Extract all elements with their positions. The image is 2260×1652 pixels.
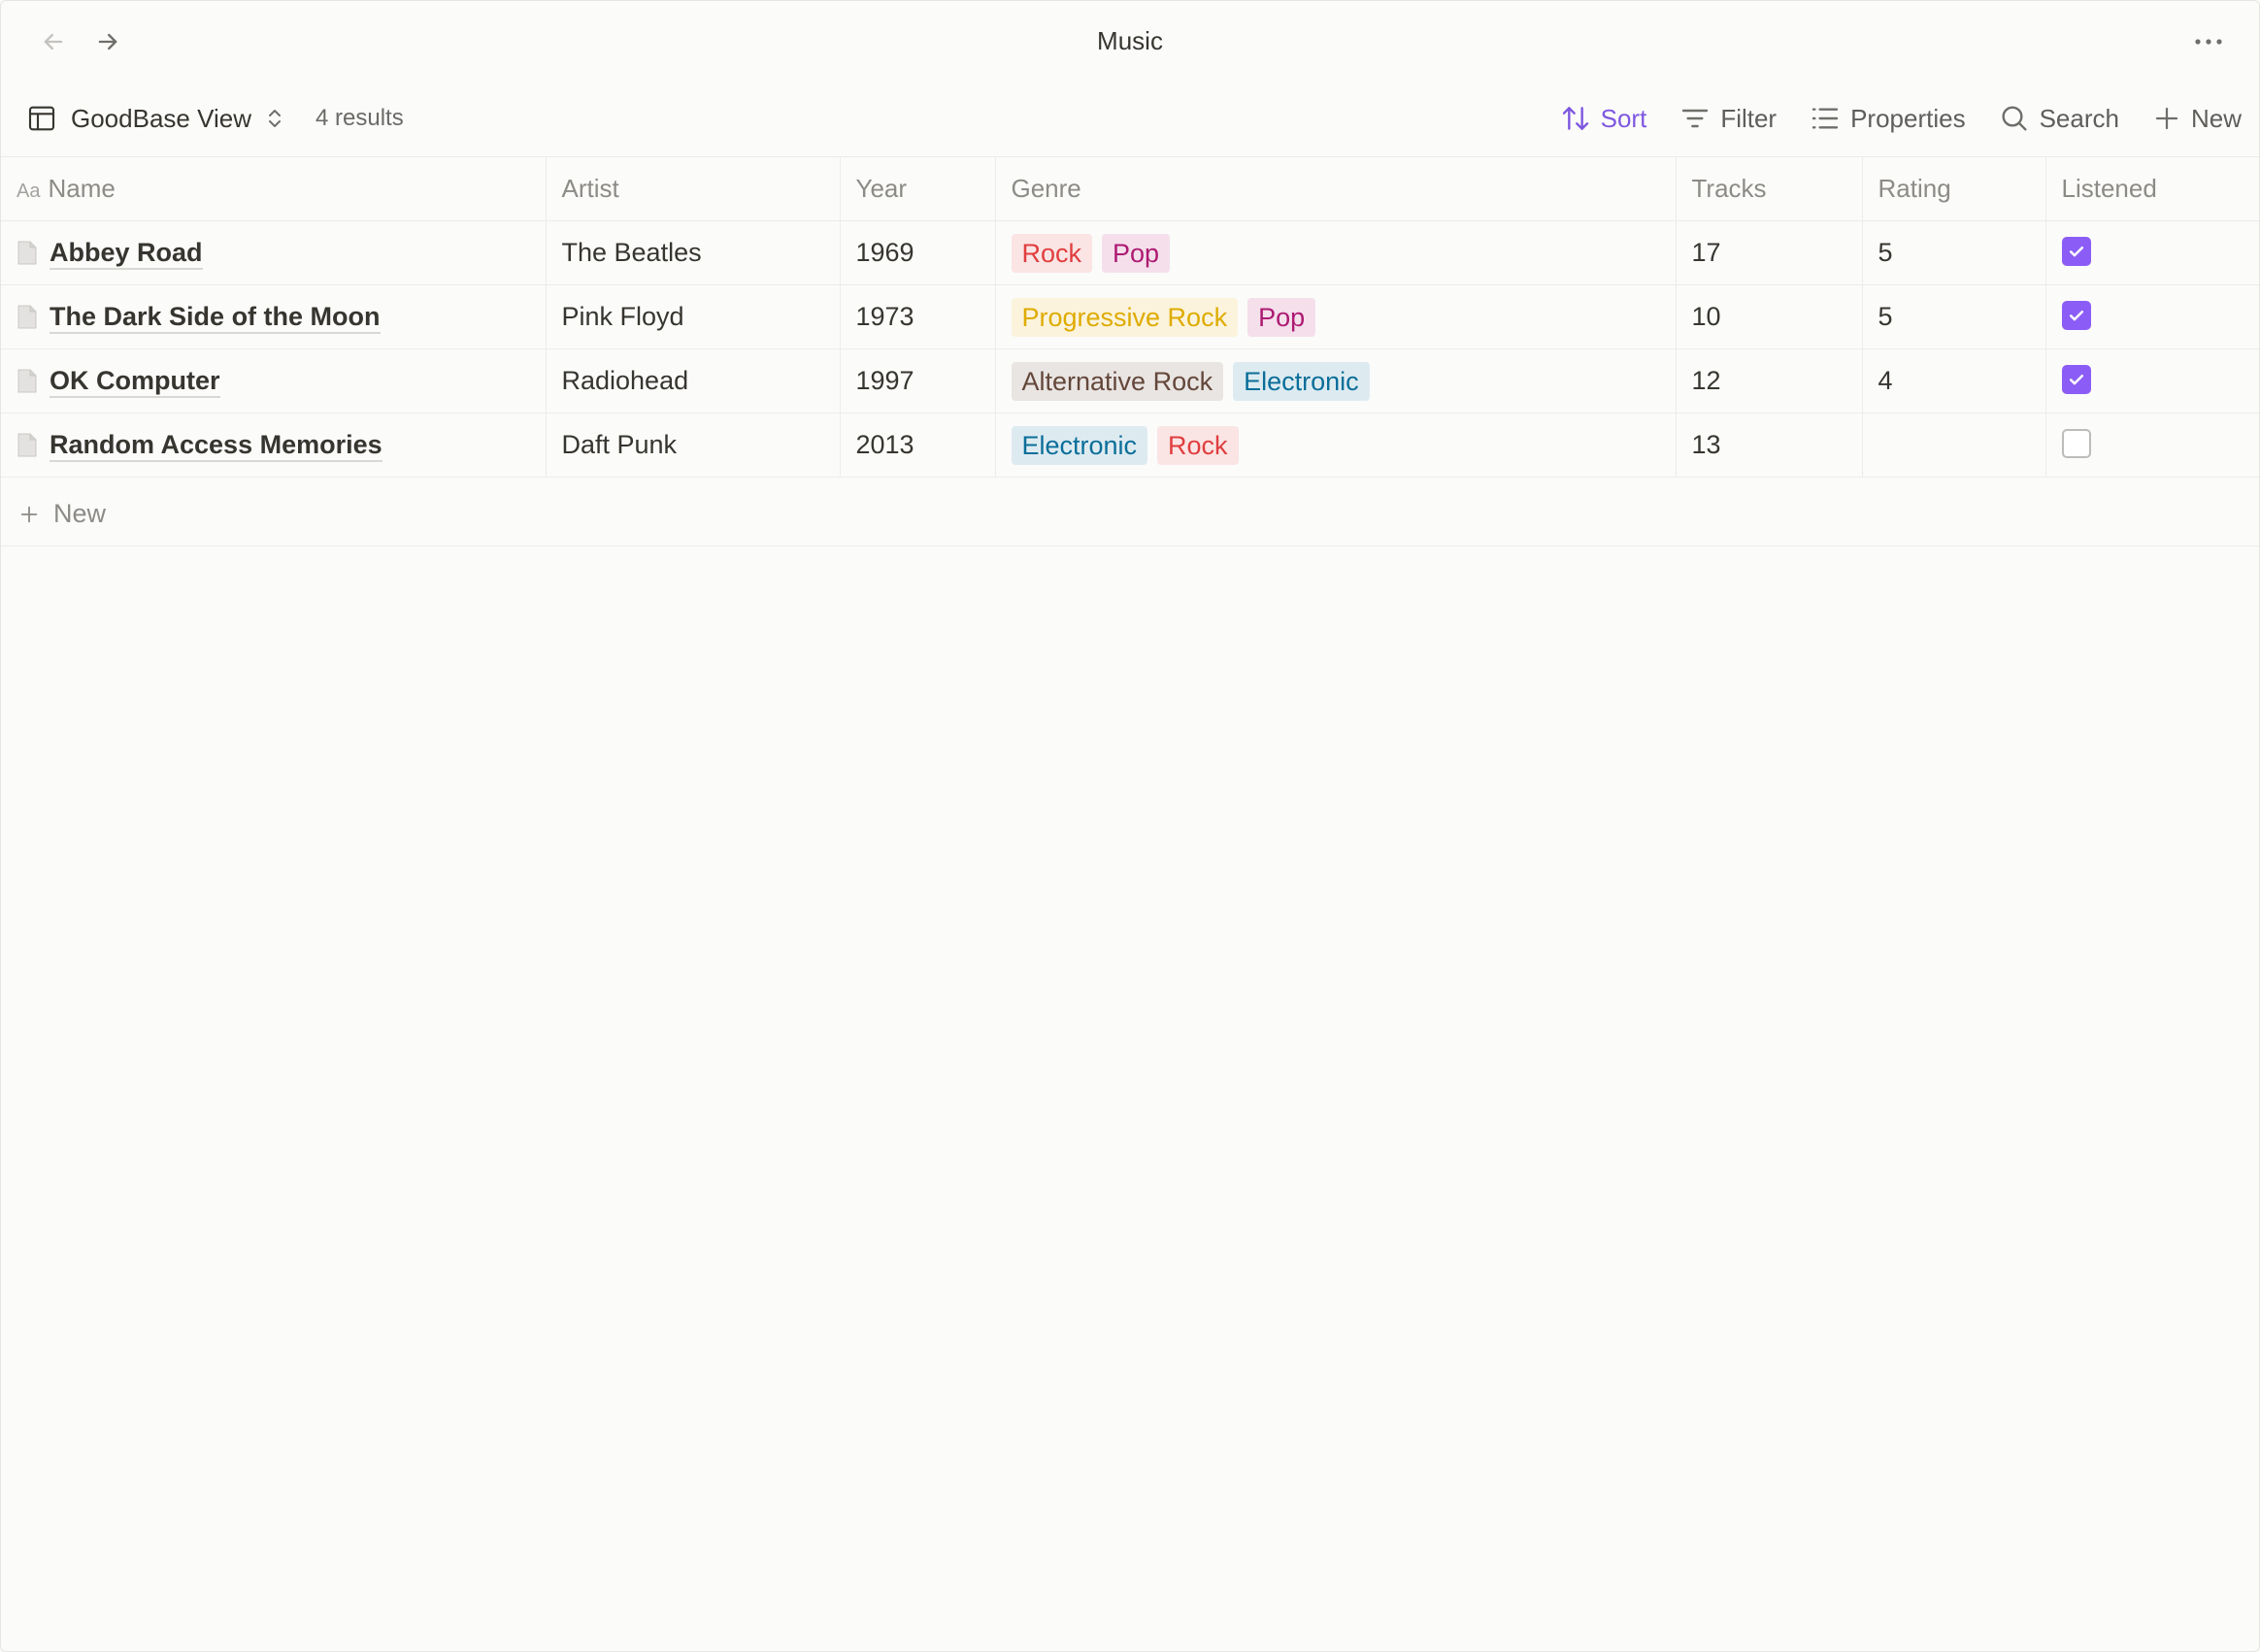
listened-checkbox[interactable] <box>2061 364 2091 394</box>
cell-year[interactable]: 1973 <box>840 284 996 349</box>
page-icon <box>17 433 37 456</box>
cell-genre[interactable]: Alternative Rock Electronic <box>995 348 1677 413</box>
cell-name[interactable]: Random Access Memories <box>1 413 547 478</box>
cell-tracks[interactable]: 10 <box>1676 284 1863 349</box>
sort-label: Sort <box>1600 103 1647 133</box>
listened-checkbox[interactable] <box>2061 300 2091 330</box>
table-row[interactable]: The Dark Side of the Moon Pink Floyd 1973 P… <box>1 284 2259 349</box>
cell-tracks[interactable]: 13 <box>1676 413 1863 478</box>
column-header-listened[interactable]: Listened <box>2045 156 2259 221</box>
cell-rating[interactable]: 5 <box>1862 220 2046 285</box>
check-icon <box>2069 374 2083 384</box>
sort-arrows-icon <box>1562 107 1588 130</box>
cell-name[interactable]: OK Computer <box>1 348 547 413</box>
add-row-label: New <box>53 499 107 528</box>
genre-tag[interactable]: Rock <box>1157 425 1239 465</box>
search-button[interactable]: Search <box>1999 103 2119 134</box>
database-toolbar: GoodBase View 4 results Sort Filter Prop… <box>1 81 2259 156</box>
database-table: Aa Name Artist Year Genre Tracks Rating L… <box>1 156 2259 478</box>
cell-artist[interactable]: Daft Punk <box>546 413 841 478</box>
cell-year[interactable]: 2013 <box>840 413 996 478</box>
view-switcher[interactable]: GoodBase View <box>26 98 284 139</box>
cell-genre[interactable]: Rock Pop <box>995 220 1677 285</box>
plus-icon <box>20 506 38 522</box>
genre-tag[interactable]: Alternative Rock <box>1011 361 1224 401</box>
album-name[interactable]: Abbey Road <box>50 237 203 270</box>
sort-button[interactable]: Sort <box>1560 103 1647 134</box>
window-title: Music <box>1097 26 1163 55</box>
more-options-button[interactable] <box>2187 24 2230 59</box>
table-body: Abbey Road The Beatles 1969 Rock Pop 17 5 The D… <box>1 220 2259 478</box>
search-icon <box>2002 106 2027 131</box>
cell-artist[interactable]: The Beatles <box>546 220 841 285</box>
cell-name[interactable]: Abbey Road <box>1 220 547 285</box>
check-icon <box>2069 310 2083 320</box>
column-header-tracks[interactable]: Tracks <box>1676 156 1863 221</box>
genre-tag[interactable]: Pop <box>1247 297 1316 337</box>
table-row[interactable]: Random Access Memories Daft Punk 2013 Elect… <box>1 413 2259 478</box>
album-name[interactable]: OK Computer <box>50 365 220 398</box>
properties-button[interactable]: Properties <box>1810 103 1966 134</box>
list-icon <box>1811 108 1839 129</box>
search-label: Search <box>2039 103 2119 133</box>
cell-rating[interactable]: 4 <box>1862 348 2046 413</box>
table-row[interactable]: OK Computer Radiohead 1997 Alternative Rock… <box>1 348 2259 413</box>
genre-tag[interactable]: Pop <box>1102 233 1171 273</box>
filter-label: Filter <box>1720 103 1778 133</box>
properties-label: Properties <box>1850 103 1966 133</box>
view-name: GoodBase View <box>71 103 251 133</box>
table-row[interactable]: Abbey Road The Beatles 1969 Rock Pop 17 5 <box>1 220 2259 285</box>
toolbar-actions: Sort Filter Properties Search New <box>1560 98 2242 139</box>
genre-tag[interactable]: Electronic <box>1233 361 1370 401</box>
cell-year[interactable]: 1969 <box>840 220 996 285</box>
text-type-icon: Aa <box>17 181 41 202</box>
column-header-artist[interactable]: Artist <box>546 156 841 221</box>
cell-artist[interactable]: Radiohead <box>546 348 841 413</box>
album-name[interactable]: Random Access Memories <box>50 429 382 462</box>
add-row-button[interactable]: New <box>1 482 2259 546</box>
new-label: New <box>2190 103 2242 133</box>
column-header-year[interactable]: Year <box>840 156 996 221</box>
cell-rating[interactable] <box>1862 413 2046 478</box>
filter-button[interactable]: Filter <box>1679 103 1777 134</box>
cell-listened[interactable] <box>2045 348 2259 413</box>
cell-listened[interactable] <box>2045 220 2259 285</box>
column-header-label: Name <box>48 174 116 203</box>
cell-listened[interactable] <box>2045 413 2259 478</box>
page-icon <box>17 369 37 392</box>
chevron-up-down-icon <box>268 110 281 127</box>
table-icon <box>28 106 55 131</box>
page-icon <box>17 241 37 264</box>
genre-tag[interactable]: Electronic <box>1011 425 1148 465</box>
cell-tracks[interactable]: 12 <box>1676 348 1863 413</box>
title-bar: Music <box>1 1 2259 81</box>
column-header-rating[interactable]: Rating <box>1862 156 2046 221</box>
new-button[interactable]: New <box>2152 104 2242 134</box>
column-header-genre[interactable]: Genre <box>995 156 1677 221</box>
cell-year[interactable]: 1997 <box>840 348 996 413</box>
album-name[interactable]: The Dark Side of the Moon <box>50 301 381 334</box>
header-row: Aa Name Artist Year Genre Tracks Rating L… <box>1 156 2259 221</box>
app-window: Music GoodBase View 4 results Sort Filte… <box>0 0 2260 1652</box>
column-header-name[interactable]: Aa Name <box>1 156 547 221</box>
cell-name[interactable]: The Dark Side of the Moon <box>1 284 547 349</box>
genre-tag[interactable]: Rock <box>1011 233 1093 273</box>
ellipsis-icon <box>2195 39 2222 45</box>
page-icon <box>17 305 37 328</box>
cell-artist[interactable]: Pink Floyd <box>546 284 841 349</box>
filter-icon <box>1682 109 1709 128</box>
cell-genre[interactable]: Progressive Rock Pop <box>995 284 1677 349</box>
cell-rating[interactable]: 5 <box>1862 284 2046 349</box>
check-icon <box>2069 246 2083 256</box>
genre-tag[interactable]: Progressive Rock <box>1011 297 1239 337</box>
cell-tracks[interactable]: 17 <box>1676 220 1863 285</box>
listened-checkbox[interactable] <box>2061 428 2091 458</box>
results-count: 4 results <box>316 105 404 131</box>
plus-icon <box>2155 107 2178 130</box>
listened-checkbox[interactable] <box>2061 236 2091 266</box>
cell-listened[interactable] <box>2045 284 2259 349</box>
cell-genre[interactable]: Electronic Rock <box>995 413 1677 478</box>
